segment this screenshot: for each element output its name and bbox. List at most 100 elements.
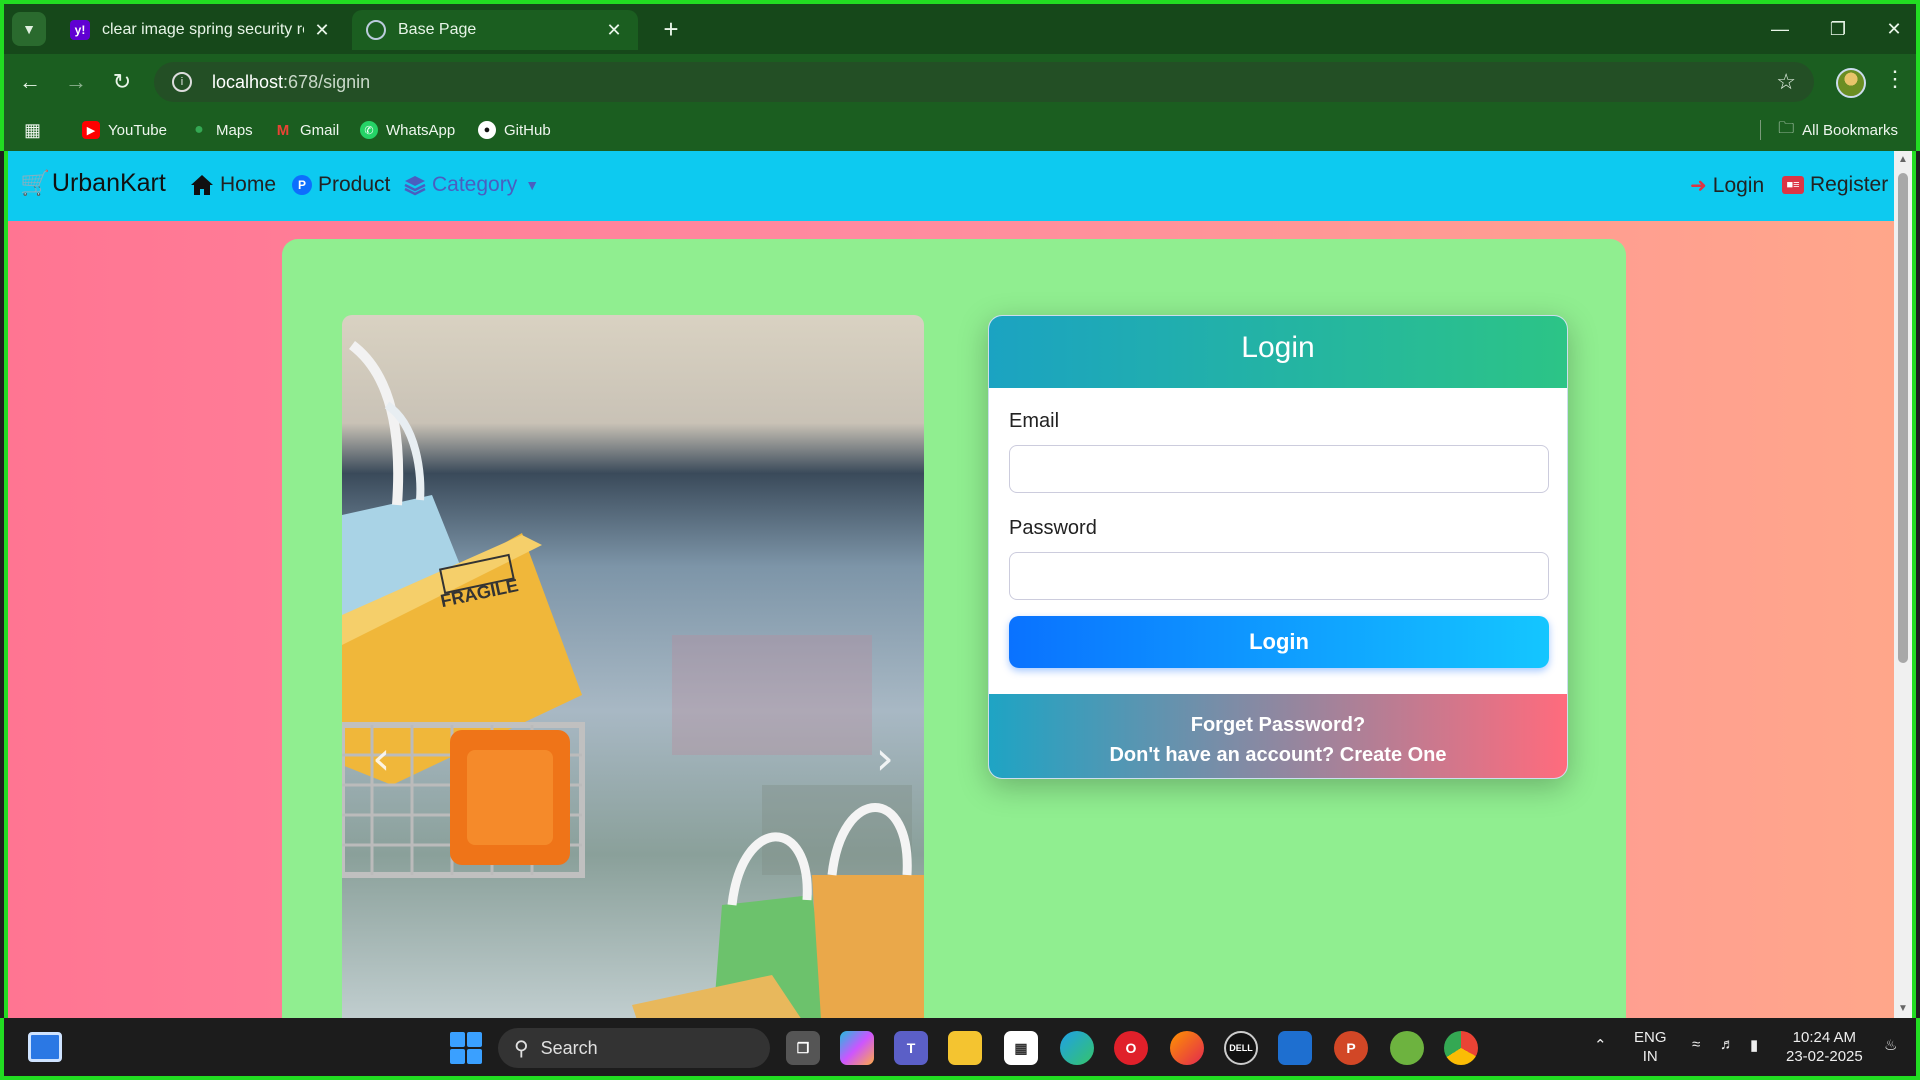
tab-title: clear image spring security regi xyxy=(102,21,304,38)
bookmark-gmail[interactable]: M Gmail xyxy=(274,118,339,142)
carousel-next-chevron-icon[interactable]: › xyxy=(876,731,894,785)
nav-product-label: Product xyxy=(318,173,391,196)
back-arrow-icon[interactable]: ← xyxy=(12,64,48,100)
copilot-icon[interactable] xyxy=(840,1031,874,1065)
clock[interactable]: 10:24 AM 23-02-2025 xyxy=(1786,1028,1863,1066)
tab-base-page[interactable]: Base Page ✕ xyxy=(352,10,638,50)
wifi-icon[interactable]: ≈ xyxy=(1692,1036,1700,1053)
bookmark-star-icon[interactable]: ☆ xyxy=(1776,69,1796,95)
whatsapp-icon: ✆ xyxy=(360,121,378,139)
forgot-password-link[interactable]: Forget Password? xyxy=(1191,714,1365,736)
bookmark-youtube[interactable]: ▶ YouTube xyxy=(82,118,167,142)
profile-avatar[interactable] xyxy=(1836,68,1866,98)
microsoft-store-icon[interactable]: ▦ xyxy=(1004,1031,1038,1065)
signin-container: FRAGILE ‹ › Login Email Password Login F… xyxy=(282,239,1626,1018)
home-icon xyxy=(190,174,214,196)
login-submit-button[interactable]: Login xyxy=(1009,616,1549,668)
site-info-icon[interactable]: i xyxy=(172,72,192,92)
product-carousel: FRAGILE ‹ › xyxy=(342,315,924,1018)
powerpoint-icon[interactable]: P xyxy=(1334,1031,1368,1065)
bookmark-maps[interactable]: ● Maps xyxy=(190,118,253,142)
bookmark-label: WhatsApp xyxy=(386,121,456,139)
login-card-footer: Forget Password? Don't have an account? … xyxy=(989,694,1567,778)
password-input[interactable] xyxy=(1009,552,1549,600)
all-bookmarks-folder[interactable]: 🗀 All Bookmarks xyxy=(1778,118,1898,142)
layers-icon xyxy=(404,174,426,196)
tab-search-chevron-icon[interactable]: ▼ xyxy=(12,12,46,46)
shopping-cart-icon: 🛒 xyxy=(20,170,50,197)
login-form: Email Password Login xyxy=(989,388,1567,694)
chrome-icon[interactable] xyxy=(1444,1031,1478,1065)
app-window-icon[interactable] xyxy=(1278,1031,1312,1065)
language-indicator[interactable]: ENG IN xyxy=(1634,1028,1667,1066)
shopping-cart-photo: FRAGILE xyxy=(342,341,924,1018)
nav-home-label: Home xyxy=(220,173,277,196)
bookmark-label: GitHub xyxy=(504,121,551,139)
reload-icon[interactable]: ↻ xyxy=(104,64,140,100)
folder-icon: 🗀 xyxy=(1778,119,1795,137)
bookmark-whatsapp[interactable]: ✆ WhatsApp xyxy=(360,118,455,142)
close-tab-icon[interactable]: ✕ xyxy=(604,20,624,41)
minimize-icon[interactable]: — xyxy=(1752,4,1808,54)
nav-category-dropdown[interactable]: Category ▼ xyxy=(404,173,539,197)
browser-menu-kebab-icon[interactable]: ⋮ xyxy=(1884,66,1906,92)
scroll-up-arrow-icon[interactable]: ▲ xyxy=(1894,151,1912,169)
email-input[interactable] xyxy=(1009,445,1549,493)
task-view-icon[interactable]: ❐ xyxy=(786,1031,820,1065)
globe-favicon-icon xyxy=(366,20,386,40)
brand-link[interactable]: 🛒 UrbanKart xyxy=(20,169,166,198)
taskbar-search[interactable]: ⚲ Search xyxy=(498,1028,770,1068)
address-bar[interactable]: i localhost:678/signin ☆ xyxy=(154,62,1814,102)
tray-overflow-chevron-icon[interactable]: ⌃ xyxy=(1594,1036,1607,1054)
restore-icon[interactable]: ❐ xyxy=(1810,4,1866,54)
firefox-icon[interactable] xyxy=(1170,1031,1204,1065)
tab-bar: ▼ y! clear image spring security regi ✕ … xyxy=(4,4,1916,54)
battery-icon[interactable]: ▮ xyxy=(1750,1036,1758,1054)
new-tab-plus-icon[interactable]: + xyxy=(654,12,688,46)
scroll-down-arrow-icon[interactable]: ▼ xyxy=(1894,1000,1912,1018)
nav-register-label: Register xyxy=(1810,173,1889,196)
widgets-icon[interactable] xyxy=(28,1032,62,1062)
notification-bell-icon[interactable]: ♨ xyxy=(1884,1036,1897,1054)
bookmarks-bar: ▦ ▶ YouTube ● Maps M Gmail ✆ WhatsApp ● … xyxy=(4,110,1916,150)
maps-icon: ● xyxy=(194,121,204,138)
youtube-icon: ▶ xyxy=(82,121,100,139)
caret-down-icon: ▼ xyxy=(525,177,540,193)
carousel-prev-chevron-icon[interactable]: ‹ xyxy=(372,731,390,785)
clock-time: 10:24 AM xyxy=(1792,1029,1857,1046)
clock-date: 23-02-2025 xyxy=(1786,1048,1863,1065)
taskbar-search-label: Search xyxy=(540,1037,598,1058)
create-account-link[interactable]: Don't have an account? Create One xyxy=(1109,744,1446,766)
site-navbar: 🛒 UrbanKart Home P Product Category ▼ ➜ … xyxy=(8,151,1898,221)
browser-toolbar: ← → ↻ i localhost:678/signin ☆ ⋮ xyxy=(4,58,1916,108)
email-label: Email xyxy=(1009,410,1060,432)
windows-taskbar: ⚲ Search ❐ T ▦ O DELL P ⌃ ENG IN ≈ ♬ ▮ 1… xyxy=(0,1018,1920,1080)
teams-icon[interactable]: T xyxy=(894,1031,928,1065)
close-tab-icon[interactable]: ✕ xyxy=(312,20,332,41)
nav-home[interactable]: Home xyxy=(190,173,276,197)
forward-arrow-icon[interactable]: → xyxy=(58,64,94,100)
github-icon: ● xyxy=(478,121,496,139)
yahoo-favicon-icon: y! xyxy=(70,20,90,40)
volume-icon[interactable]: ♬ xyxy=(1720,1036,1735,1053)
edge-icon[interactable] xyxy=(1060,1031,1094,1065)
nav-product[interactable]: P Product xyxy=(292,173,390,197)
opera-icon[interactable]: O xyxy=(1114,1031,1148,1065)
bookmark-github[interactable]: ● GitHub xyxy=(478,118,551,142)
bookmark-label: Gmail xyxy=(300,121,340,139)
sign-in-icon: ➜ xyxy=(1690,175,1707,197)
spring-tool-icon[interactable] xyxy=(1390,1031,1424,1065)
close-window-icon[interactable]: ✕ xyxy=(1866,4,1920,54)
nav-login[interactable]: ➜ Login xyxy=(1690,173,1764,198)
tab-yahoo-search[interactable]: y! clear image spring security regi ✕ xyxy=(56,10,346,50)
page-scrollbar[interactable]: ▲ ▼ xyxy=(1894,151,1912,1018)
region-code: IN xyxy=(1642,1048,1658,1065)
windows-start-icon[interactable] xyxy=(450,1032,482,1064)
dell-icon[interactable]: DELL xyxy=(1224,1031,1258,1065)
file-explorer-icon[interactable] xyxy=(948,1031,982,1065)
bookmark-label: YouTube xyxy=(108,121,167,139)
scrollbar-thumb[interactable] xyxy=(1898,173,1908,663)
apps-grid-icon[interactable]: ▦ xyxy=(24,120,41,141)
bookmarks-separator xyxy=(1760,120,1761,140)
nav-register[interactable]: ■≡ Register xyxy=(1782,173,1888,197)
